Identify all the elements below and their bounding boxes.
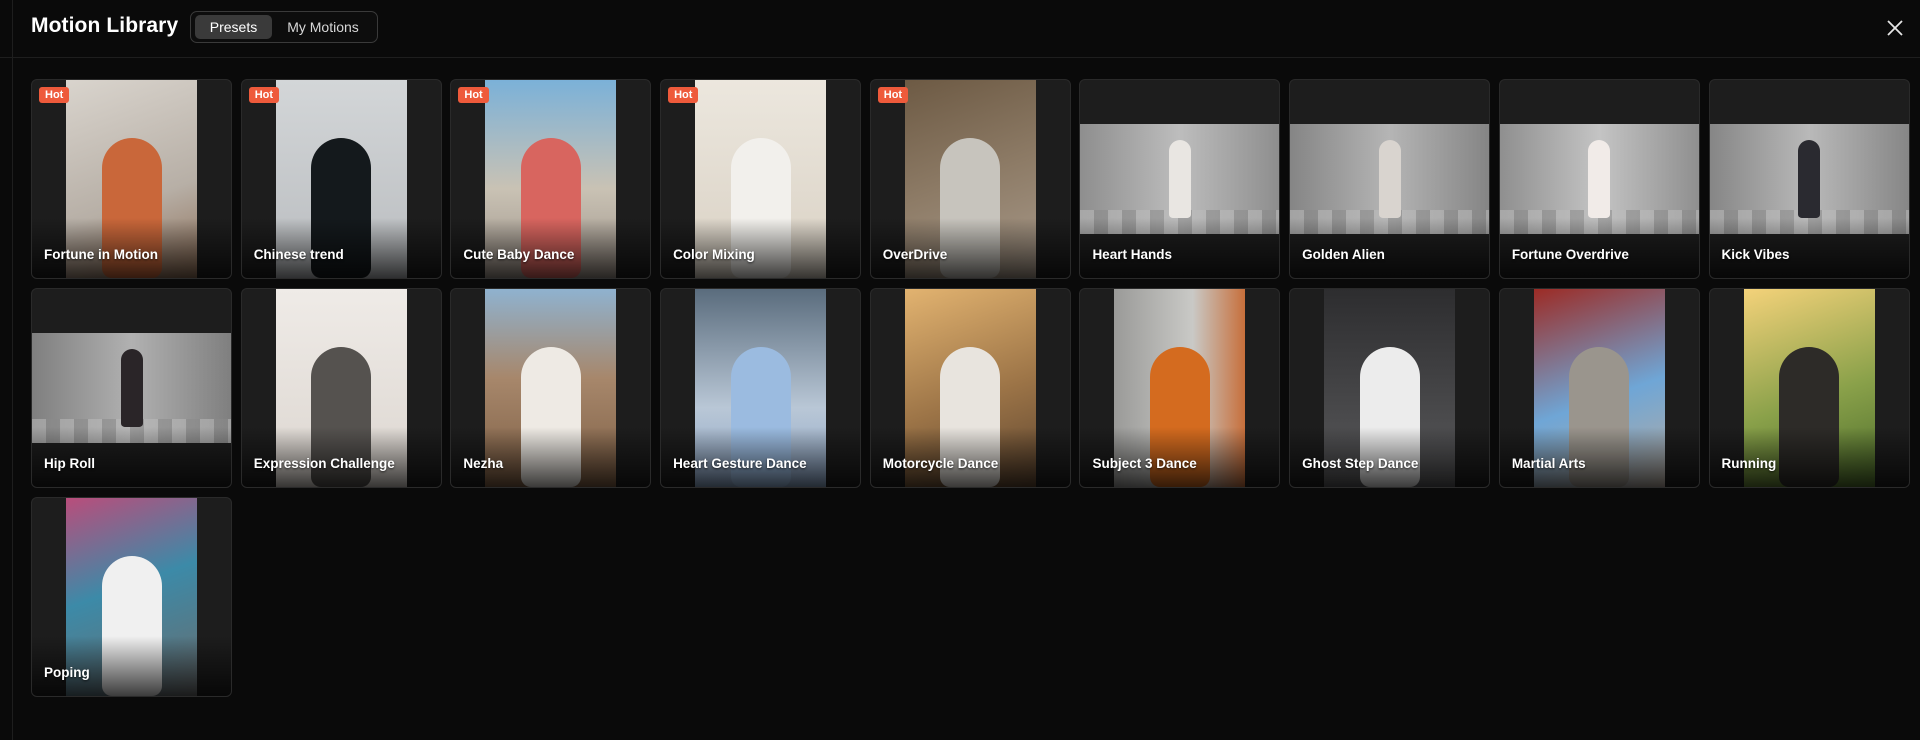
close-button[interactable] [1884, 17, 1906, 39]
motion-card[interactable]: Expression Challenge [240, 288, 442, 488]
motion-card[interactable]: Hot Chinese trend [240, 79, 442, 279]
dancer-figure [120, 349, 143, 427]
motion-card-label: Nezha [463, 456, 504, 471]
dancer-figure [1168, 140, 1191, 218]
motion-card-label: Golden Alien [1302, 247, 1385, 262]
motion-grid: Hot Fortune in Motion Hot Chinese trend Hot C… [31, 79, 1910, 697]
hot-badge: Hot [877, 87, 909, 103]
motion-card-label: Expression Challenge [253, 456, 395, 471]
motion-card-label: Heart Gesture Dance [673, 456, 807, 471]
motion-card-label: Heart Hands [1092, 247, 1172, 262]
motion-card-label: Cute Baby Dance [463, 247, 575, 262]
motion-card[interactable]: Poping [31, 497, 232, 697]
tab-presets[interactable]: Presets [195, 15, 272, 39]
motion-card-label: Martial Arts [1511, 456, 1586, 471]
hot-badge: Hot [668, 87, 699, 103]
motion-card-label: Color Mixing [673, 247, 755, 262]
motion-card[interactable]: Martial Arts [1498, 288, 1700, 488]
motion-card[interactable]: Subject 3 Dance [1079, 288, 1281, 488]
dancer-figure [1798, 140, 1820, 218]
motion-card[interactable]: Ghost Step Dance [1289, 288, 1491, 488]
motion-card[interactable]: Running [1708, 288, 1910, 488]
motion-card[interactable]: Hot Fortune in Motion [31, 79, 232, 279]
motion-card[interactable]: Heart Hands [1079, 79, 1281, 279]
motion-card[interactable]: Fortune Overdrive [1498, 79, 1700, 279]
motion-card-label: Ghost Step Dance [1302, 456, 1419, 471]
motion-card-label: Fortune Overdrive [1511, 247, 1629, 262]
motion-card[interactable]: Kick Vibes [1708, 79, 1910, 279]
motion-card[interactable]: Motorcycle Dance [869, 288, 1071, 488]
motion-card[interactable]: Heart Gesture Dance [660, 288, 862, 488]
motion-card[interactable]: Nezha [450, 288, 652, 488]
motion-card[interactable]: Hip Roll [31, 288, 232, 488]
close-icon [1887, 20, 1903, 36]
motion-card[interactable]: Hot Cute Baby Dance [450, 79, 652, 279]
motion-card[interactable]: Hot Color Mixing [660, 79, 862, 279]
header: Motion Library Presets My Motions [0, 0, 1920, 58]
page-title: Motion Library [31, 14, 179, 37]
motion-card-label: Hip Roll [44, 456, 95, 471]
motion-card-label: Poping [44, 665, 90, 680]
hot-badge: Hot [39, 87, 70, 103]
motion-card-label: Subject 3 Dance [1092, 456, 1197, 471]
motion-card-label: Chinese trend [253, 247, 344, 262]
tab-my-motions[interactable]: My Motions [276, 15, 370, 39]
hot-badge: Hot [248, 87, 280, 103]
motion-card[interactable]: Golden Alien [1289, 79, 1491, 279]
motion-card-label: Fortune in Motion [44, 247, 158, 262]
hot-badge: Hot [458, 87, 489, 103]
motion-card-label: Motorcycle Dance [882, 456, 999, 471]
dancer-figure [1378, 140, 1401, 218]
dancer-figure [1588, 140, 1611, 218]
motion-card-label: Kick Vibes [1721, 247, 1790, 262]
tab-group: Presets My Motions [190, 11, 378, 43]
motion-card[interactable]: Hot OverDrive [869, 79, 1071, 279]
motion-card-label: OverDrive [882, 247, 948, 262]
left-divider [12, 0, 13, 740]
motion-card-label: Running [1721, 456, 1777, 471]
